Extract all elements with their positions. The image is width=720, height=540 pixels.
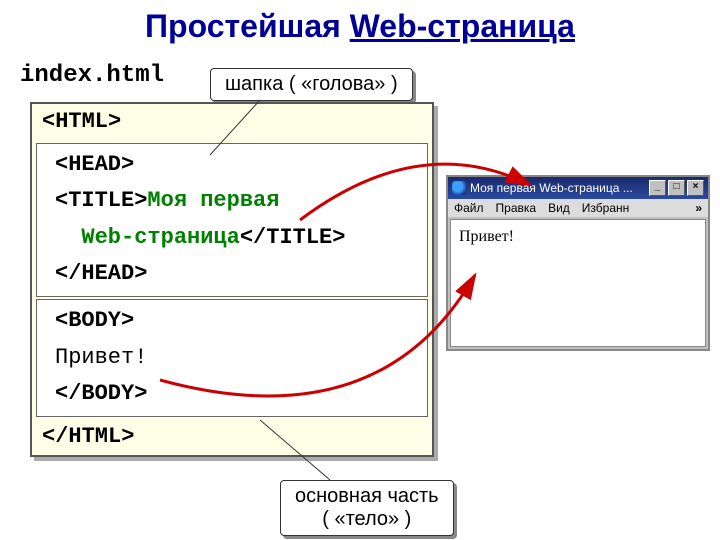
title-part2: Web-страница [350,8,575,44]
code-line-title: <TITLE>Моя первая [45,183,419,220]
callout-head: шапка ( «голова» ) [210,68,413,101]
tag-title-close: </TITLE> [240,225,346,250]
menu-view[interactable]: Вид [548,201,570,215]
code-line-head-open: <HEAD> [45,147,419,184]
callout-body-line2: ( «тело» ) [295,508,439,531]
code-line-body-open: <BODY> [45,303,419,340]
browser-menu: Файл Правка Вид Избранн » [448,199,708,217]
code-line-title2: Web-страница</TITLE> [45,220,419,257]
minimize-button[interactable]: _ [649,180,666,196]
callout-body: основная часть ( «тело» ) [280,480,454,536]
menu-favorites[interactable]: Избранн [582,201,629,215]
browser-body: Привет! [450,219,706,347]
ie-icon [452,181,466,195]
menu-file[interactable]: Файл [454,201,484,215]
code-line-body-text: Привет! [45,340,419,377]
callout-body-line1: основная часть [295,485,439,508]
title-text-1: Моя первая [147,188,279,213]
page-body-text: Привет! [459,228,514,245]
menu-overflow-icon[interactable]: » [695,201,702,215]
code-line-body-close: </BODY> [45,376,419,413]
filename-label: index.html [20,62,164,89]
close-button[interactable]: × [687,180,704,196]
title-part1: Простейшая [145,8,350,44]
browser-titlebar: Моя первая Web-страница ... _ □ × [448,177,708,199]
browser-window: Моя первая Web-страница ... _ □ × Файл П… [446,175,710,351]
tag-title-open: <TITLE> [55,188,147,213]
title-text-2: Web-страница [55,225,240,250]
slide-title: Простейшая Web-страница [0,0,720,45]
code-box: <HTML> <HEAD> <TITLE>Моя первая Web-стра… [30,102,434,457]
maximize-button[interactable]: □ [668,180,685,196]
menu-edit[interactable]: Правка [496,201,537,215]
code-line-html-close: </HTML> [32,419,432,456]
code-line-head-close: </HEAD> [45,256,419,293]
browser-title-text: Моя первая Web-страница ... [470,181,647,195]
code-line-html-open: <HTML> [32,104,432,141]
